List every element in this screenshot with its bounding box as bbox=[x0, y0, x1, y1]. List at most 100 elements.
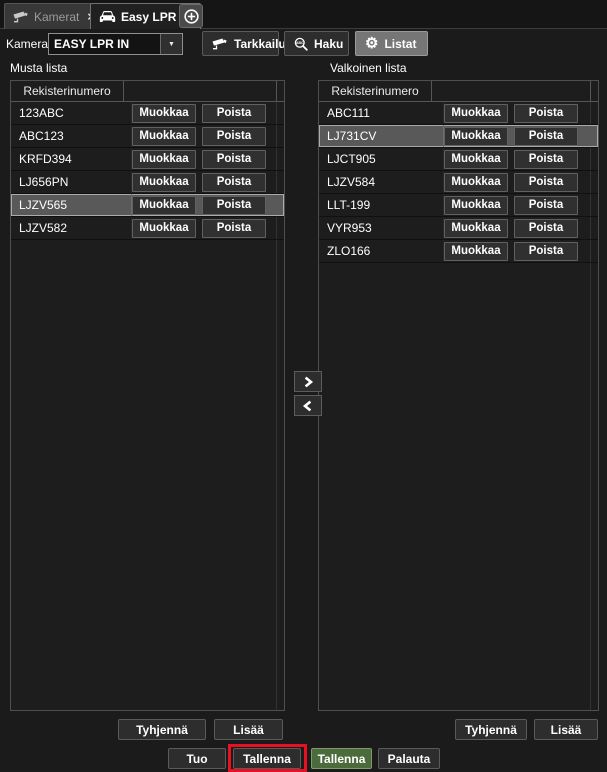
table-row[interactable]: LLT-199 Muokkaa Poista bbox=[319, 194, 598, 217]
move-to-blacklist-button[interactable] bbox=[294, 395, 322, 416]
blacklist-table: Rekisterinumero 123ABC Muokkaa Poista AB… bbox=[10, 80, 285, 711]
plate-number: LJZV584 bbox=[319, 171, 444, 193]
whitelist-title: Valkoinen lista bbox=[330, 61, 407, 75]
listat-button[interactable]: ⚙ Listat bbox=[355, 31, 428, 56]
delete-button[interactable]: Poista bbox=[514, 219, 578, 238]
table-body: 123ABC Muokkaa Poista ABC123 Muokkaa Poi… bbox=[11, 102, 284, 240]
plate-number: LJZV582 bbox=[11, 217, 132, 239]
blacklist-title: Musta lista bbox=[10, 61, 67, 75]
import-button[interactable]: Tuo bbox=[168, 748, 226, 769]
table-row[interactable]: ZLO166 Muokkaa Poista bbox=[319, 240, 598, 263]
camera-select[interactable]: EASY LPR IN ▼ bbox=[48, 33, 183, 55]
camera-select-value: EASY LPR IN bbox=[49, 34, 160, 54]
delete-button[interactable]: Poista bbox=[514, 196, 578, 215]
plate-number: VYR953 bbox=[319, 217, 444, 239]
whitelist-table: Rekisterinumero ABC111 Muokkaa Poista LJ… bbox=[318, 80, 599, 711]
button-label: Haku bbox=[314, 37, 343, 51]
edit-button[interactable]: Muokkaa bbox=[444, 127, 508, 146]
table-row[interactable]: LJZV584 Muokkaa Poista bbox=[319, 171, 598, 194]
haku-button[interactable]: ABC Haku bbox=[284, 31, 349, 56]
delete-button[interactable]: Poista bbox=[202, 173, 266, 192]
cctv-camera-icon bbox=[212, 38, 228, 50]
save-button-green[interactable]: Tallenna bbox=[311, 748, 372, 769]
add-tab-button[interactable] bbox=[179, 4, 203, 28]
svg-text:ABC: ABC bbox=[296, 41, 304, 45]
header-strip bbox=[590, 81, 598, 101]
plate-number: LJ731CV bbox=[319, 125, 444, 147]
edit-button[interactable]: Muokkaa bbox=[132, 219, 196, 238]
table-row[interactable]: KRFD394 Muokkaa Poista bbox=[11, 148, 284, 171]
table-row[interactable]: LJ731CV Muokkaa Poista bbox=[319, 125, 598, 148]
gear-icon: ⚙ bbox=[365, 36, 378, 51]
plate-number: LJZV565 bbox=[11, 194, 132, 216]
delete-button[interactable]: Poista bbox=[202, 219, 266, 238]
edit-button[interactable]: Muokkaa bbox=[444, 242, 508, 261]
delete-button[interactable]: Poista bbox=[514, 127, 578, 146]
plate-number: ABC111 bbox=[319, 102, 444, 124]
edit-button[interactable]: Muokkaa bbox=[444, 219, 508, 238]
header-registration-number[interactable]: Rekisterinumero bbox=[319, 81, 432, 101]
table-header: Rekisterinumero bbox=[319, 81, 598, 102]
chevron-right-icon bbox=[302, 376, 314, 388]
edit-button[interactable]: Muokkaa bbox=[132, 196, 196, 215]
button-label: Listat bbox=[384, 37, 416, 51]
magnifier-abc-icon: ABC bbox=[294, 37, 308, 51]
table-row[interactable]: ABC123 Muokkaa Poista bbox=[11, 125, 284, 148]
whitelist-add-button[interactable]: Lisää bbox=[534, 719, 598, 740]
tab-bar: Kamerat × Easy LPR × bbox=[0, 0, 607, 29]
table-row[interactable]: 123ABC Muokkaa Poista bbox=[11, 102, 284, 125]
delete-button[interactable]: Poista bbox=[202, 104, 266, 123]
plate-number: 123ABC bbox=[11, 102, 132, 124]
delete-button[interactable]: Poista bbox=[514, 104, 578, 123]
move-to-whitelist-button[interactable] bbox=[294, 371, 322, 392]
header-strip bbox=[276, 81, 284, 101]
delete-button[interactable]: Poista bbox=[202, 127, 266, 146]
plate-number: LJ656PN bbox=[11, 171, 132, 193]
plate-number: LLT-199 bbox=[319, 194, 444, 216]
plate-number: LJCT905 bbox=[319, 148, 444, 170]
plate-number: ABC123 bbox=[11, 125, 132, 147]
edit-button[interactable]: Muokkaa bbox=[132, 104, 196, 123]
save-button[interactable]: Tallenna bbox=[233, 748, 301, 769]
blacklist-add-button[interactable]: Lisää bbox=[214, 719, 283, 740]
tab-label: Kamerat bbox=[34, 10, 79, 24]
button-label: Tarkkailu bbox=[234, 37, 286, 51]
delete-button[interactable]: Poista bbox=[202, 150, 266, 169]
header-registration-number[interactable]: Rekisterinumero bbox=[11, 81, 124, 101]
edit-button[interactable]: Muokkaa bbox=[132, 127, 196, 146]
tab-label: Easy LPR bbox=[121, 10, 176, 24]
whitelist-clear-button[interactable]: Tyhjennä bbox=[455, 719, 527, 740]
table-row[interactable]: LJZV565 Muokkaa Poista bbox=[11, 194, 284, 217]
edit-button[interactable]: Muokkaa bbox=[444, 196, 508, 215]
plate-number: KRFD394 bbox=[11, 148, 132, 170]
restore-button[interactable]: Palauta bbox=[378, 748, 440, 769]
delete-button[interactable]: Poista bbox=[514, 150, 578, 169]
table-row[interactable]: LJCT905 Muokkaa Poista bbox=[319, 148, 598, 171]
app-window: Kamerat × Easy LPR × bbox=[0, 0, 607, 772]
edit-button[interactable]: Muokkaa bbox=[444, 173, 508, 192]
blacklist-clear-button[interactable]: Tyhjennä bbox=[118, 719, 206, 740]
table-body: ABC111 Muokkaa Poista LJ731CV Muokkaa Po… bbox=[319, 102, 598, 263]
dropdown-arrow-button[interactable]: ▼ bbox=[160, 34, 182, 54]
edit-button[interactable]: Muokkaa bbox=[132, 173, 196, 192]
table-row[interactable]: LJZV582 Muokkaa Poista bbox=[11, 217, 284, 240]
plate-number: ZLO166 bbox=[319, 240, 444, 262]
table-row[interactable]: VYR953 Muokkaa Poista bbox=[319, 217, 598, 240]
edit-button[interactable]: Muokkaa bbox=[132, 150, 196, 169]
table-header: Rekisterinumero bbox=[11, 81, 284, 102]
tarkkailu-button[interactable]: Tarkkailu bbox=[202, 31, 279, 56]
edit-button[interactable]: Muokkaa bbox=[444, 150, 508, 169]
tab-kamerat[interactable]: Kamerat × bbox=[4, 3, 104, 29]
delete-button[interactable]: Poista bbox=[514, 242, 578, 261]
header-filler bbox=[124, 81, 276, 101]
edit-button[interactable]: Muokkaa bbox=[444, 104, 508, 123]
header-filler bbox=[432, 81, 590, 101]
cctv-camera-icon bbox=[13, 11, 29, 23]
delete-button[interactable]: Poista bbox=[514, 173, 578, 192]
table-row[interactable]: LJ656PN Muokkaa Poista bbox=[11, 171, 284, 194]
delete-button[interactable]: Poista bbox=[202, 196, 266, 215]
table-row[interactable]: ABC111 Muokkaa Poista bbox=[319, 102, 598, 125]
chevron-down-icon: ▼ bbox=[168, 41, 175, 48]
camera-label: Kamera: bbox=[6, 37, 51, 51]
car-icon bbox=[99, 10, 116, 23]
